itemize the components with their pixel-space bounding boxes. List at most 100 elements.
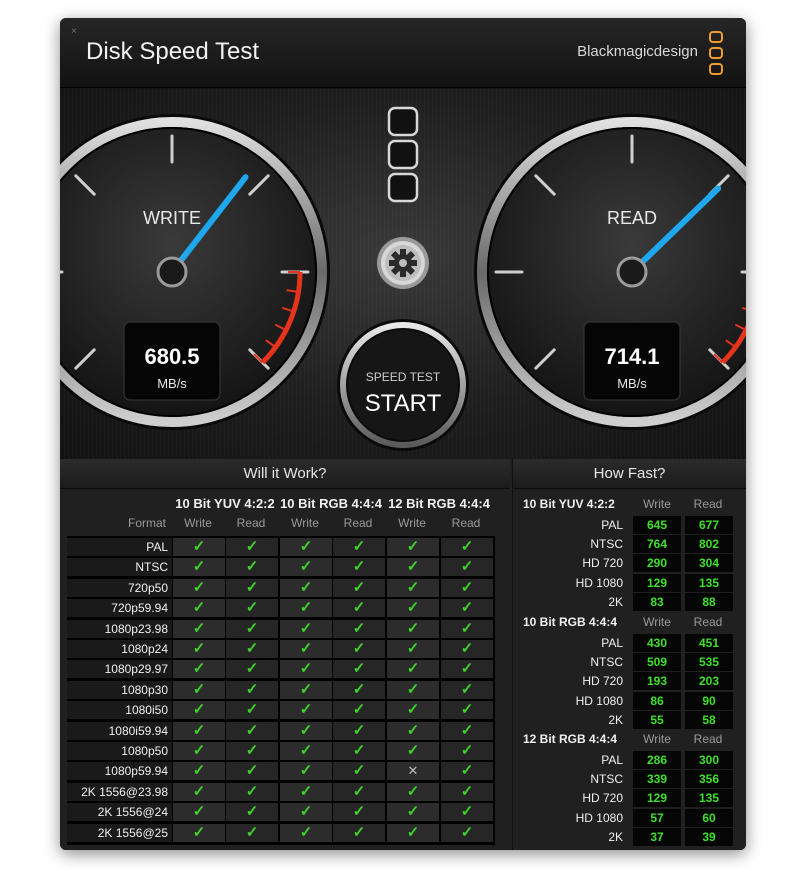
format-cell: ✓ bbox=[173, 640, 225, 658]
gear-icon[interactable] bbox=[375, 235, 431, 291]
write-speed-value: 129 bbox=[633, 789, 681, 808]
check-icon: ✓ bbox=[460, 578, 474, 596]
read-speed-value: 203 bbox=[685, 672, 733, 691]
read-speed-unit: MB/s bbox=[617, 376, 647, 391]
gauge-area: SPEED TEST START WRITE 680.5 MB/s READ 714.1 MB… bbox=[60, 89, 746, 459]
check-icon: ✓ bbox=[460, 680, 474, 698]
check-icon: ✓ bbox=[352, 599, 366, 617]
read-speed-value: 300 bbox=[685, 751, 733, 769]
format-cell: ✓ bbox=[280, 558, 332, 577]
how-fast-row: PAL 430 451 bbox=[513, 634, 746, 652]
format-cell: ✓ bbox=[226, 762, 278, 781]
start-button[interactable]: SPEED TEST START bbox=[333, 315, 473, 455]
format-cell: ✓ bbox=[333, 721, 385, 740]
format-cell: ✓ bbox=[173, 721, 225, 740]
format-name: 720p59.94 bbox=[67, 599, 172, 618]
check-icon: ✓ bbox=[352, 680, 366, 698]
write-speed-value: 129 bbox=[633, 573, 681, 592]
format-cell: ✓ bbox=[226, 680, 278, 699]
format-cell: ✓ bbox=[280, 823, 332, 842]
how-fast-row-label: PAL bbox=[601, 518, 623, 532]
read-speed-value: 60 bbox=[685, 808, 733, 827]
format-cell: ✓ bbox=[333, 680, 385, 699]
format-name: 720p50 bbox=[67, 578, 172, 597]
how-fast-row-label: NTSC bbox=[590, 537, 623, 552]
check-icon: ✓ bbox=[352, 782, 366, 800]
check-icon: ✓ bbox=[245, 803, 259, 821]
format-row: PAL ✓ ✓ ✓ ✓ ✓ ✓ bbox=[67, 538, 495, 556]
check-icon: ✓ bbox=[245, 701, 259, 719]
format-cell: ✓ bbox=[333, 701, 385, 720]
how-fast-group-header: 12 Bit RGB 4:4:4 bbox=[523, 732, 618, 746]
check-icon: ✓ bbox=[299, 660, 313, 678]
how-fast-read-header: Read bbox=[693, 732, 723, 746]
write-speed-value: 286 bbox=[633, 751, 681, 769]
how-fast-group-header: 10 Bit RGB 4:4:4 bbox=[523, 615, 618, 629]
check-icon: ✓ bbox=[406, 742, 420, 759]
format-cell: ✓ bbox=[173, 823, 225, 842]
format-cell: ✓ bbox=[226, 558, 278, 577]
format-cell: ✓ bbox=[280, 803, 332, 822]
check-icon: ✓ bbox=[460, 599, 474, 617]
write-speed-unit: MB/s bbox=[157, 376, 187, 391]
check-icon: ✓ bbox=[406, 782, 420, 800]
format-cell: ✓ bbox=[280, 680, 332, 699]
format-cell: ✓ bbox=[226, 640, 278, 658]
how-fast-row: PAL 645 677 bbox=[513, 516, 746, 534]
format-cell: ✓ bbox=[280, 640, 332, 658]
check-icon: ✓ bbox=[352, 742, 366, 759]
app-title: Disk Speed Test bbox=[86, 38, 259, 65]
how-fast-row-label: 2K bbox=[608, 829, 623, 844]
how-fast-row-label: NTSC bbox=[590, 655, 623, 670]
write-speed-value: 83 bbox=[633, 592, 681, 611]
sub-header-read: Read bbox=[343, 516, 373, 530]
how-fast-row: 2K 55 58 bbox=[513, 710, 746, 729]
close-icon[interactable]: × bbox=[68, 26, 80, 38]
format-cell: ✓ bbox=[333, 619, 385, 638]
read-speed-value: 39 bbox=[685, 827, 733, 846]
read-gauge: READ 714.1 MB/s bbox=[474, 114, 746, 430]
how-fast-row: HD 720 129 135 bbox=[513, 789, 746, 808]
check-icon: ✓ bbox=[192, 640, 206, 657]
format-cell: ✓ bbox=[333, 762, 385, 781]
check-icon: ✓ bbox=[460, 823, 474, 841]
read-speed-value: 58 bbox=[685, 710, 733, 729]
check-icon: ✓ bbox=[245, 742, 259, 759]
format-cell: ✓ bbox=[333, 782, 385, 801]
format-cell: ✓ bbox=[280, 599, 332, 618]
check-icon: ✓ bbox=[460, 742, 474, 759]
check-icon: ✓ bbox=[352, 823, 366, 841]
how-fast-row-label: PAL bbox=[601, 636, 623, 650]
how-fast-row: NTSC 764 802 bbox=[513, 535, 746, 554]
check-icon: ✓ bbox=[192, 762, 206, 780]
format-cell: ✓ bbox=[226, 803, 278, 822]
format-cell: ✓ bbox=[280, 619, 332, 638]
check-icon: ✓ bbox=[299, 619, 313, 637]
check-icon: ✓ bbox=[460, 558, 474, 576]
check-icon: ✓ bbox=[245, 578, 259, 596]
how-fast-read-header: Read bbox=[693, 615, 723, 629]
how-fast-row-label: HD 720 bbox=[582, 674, 623, 689]
write-speed-value: 57 bbox=[633, 808, 681, 827]
format-cell: ✓ bbox=[387, 823, 439, 842]
format-cell: ✓ bbox=[387, 660, 439, 679]
check-icon: ✓ bbox=[245, 823, 259, 841]
check-icon: ✓ bbox=[352, 640, 366, 657]
format-name: NTSC bbox=[67, 558, 172, 577]
format-cell: ✓ bbox=[441, 823, 493, 842]
group-header-yuv422: 10 Bit YUV 4:2:2 bbox=[175, 496, 275, 511]
read-speed-value: 88 bbox=[685, 592, 733, 611]
format-row: 720p59.94 ✓ ✓ ✓ ✓ ✓ ✓ bbox=[67, 599, 495, 618]
title-bar: × Disk Speed Test Blackmagicdesign bbox=[60, 18, 746, 88]
check-icon: ✓ bbox=[352, 558, 366, 576]
how-fast-row: HD 720 193 203 bbox=[513, 672, 746, 691]
check-icon: ✓ bbox=[192, 578, 206, 596]
how-fast-row-label: HD 1080 bbox=[575, 693, 623, 708]
format-row: 2K 1556@24 ✓ ✓ ✓ ✓ ✓ ✓ bbox=[67, 803, 495, 822]
how-fast-row: HD 1080 86 90 bbox=[513, 691, 746, 710]
format-cell: ✓ bbox=[226, 782, 278, 801]
format-name: PAL bbox=[67, 538, 172, 556]
check-icon: ✓ bbox=[460, 803, 474, 821]
check-icon: ✓ bbox=[299, 680, 313, 698]
format-row: 1080p29.97 ✓ ✓ ✓ ✓ ✓ ✓ bbox=[67, 660, 495, 679]
